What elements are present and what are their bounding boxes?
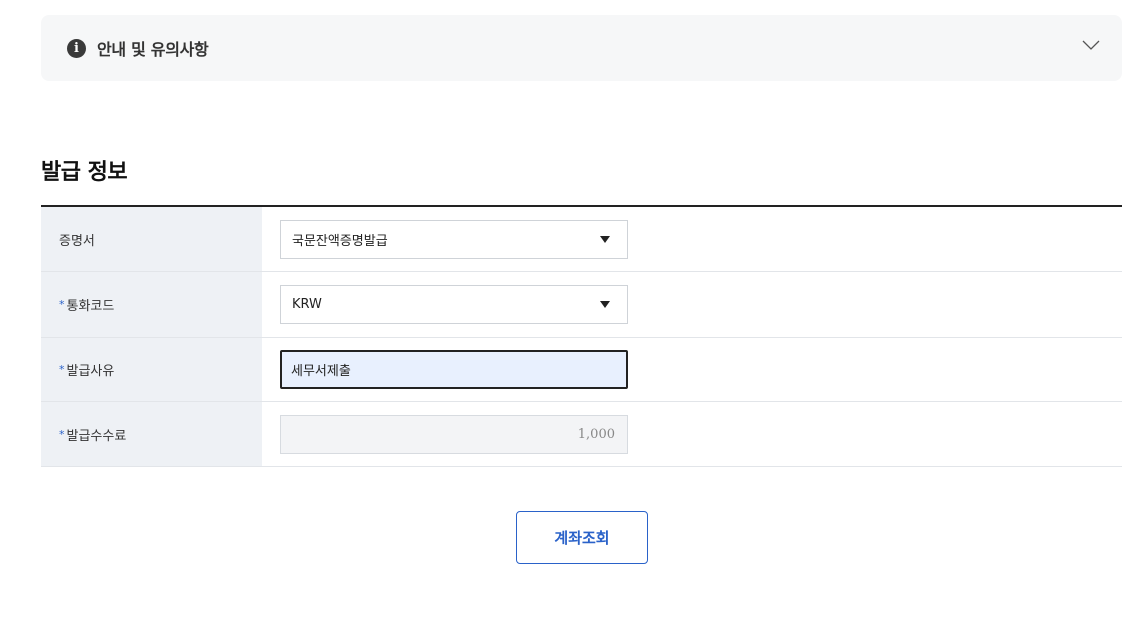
form-row-fee: * 발급수수료 1,000	[41, 402, 1122, 467]
section-title: 발급 정보	[41, 160, 128, 185]
dropdown-arrow-icon	[600, 301, 610, 308]
label-text: 증명서	[59, 233, 95, 249]
form-row-certificate: 증명서 국문잔액증명발급	[41, 207, 1122, 272]
certificate-select[interactable]: 국문잔액증명발급	[280, 219, 628, 259]
label-text: 발급수수료	[66, 428, 127, 444]
currency-select[interactable]: KRW	[280, 285, 628, 324]
info-icon: i	[67, 38, 86, 58]
chevron-down-icon[interactable]	[1082, 39, 1100, 51]
form-label-reason: * 발급사유	[41, 338, 262, 401]
form-row-reason: * 발급사유	[41, 338, 1122, 402]
notice-title: 안내 및 유의사항	[97, 40, 209, 59]
value-cell	[262, 338, 1122, 401]
certificate-select-value: 국문잔액증명발급	[292, 233, 388, 249]
reason-input[interactable]	[280, 350, 628, 389]
required-mark: *	[59, 363, 65, 376]
value-cell: KRW	[262, 272, 1122, 337]
form-label-fee: * 발급수수료	[41, 402, 262, 466]
value-cell: 1,000	[262, 402, 1122, 466]
fee-readonly-field: 1,000	[280, 414, 628, 454]
required-mark: *	[59, 427, 65, 441]
dropdown-arrow-icon	[600, 235, 610, 243]
issuance-form-table: 증명서 국문잔액증명발급 * 통화코드 KRW * 발급사유 세무서제출 * 발…	[41, 205, 1122, 467]
label-text: 통화코드	[66, 299, 115, 314]
form-label-currency: * 통화코드	[41, 272, 262, 337]
fee-value: 1,000	[577, 426, 615, 442]
notice-accordion[interactable]: i 안내 및 유의사항	[41, 15, 1122, 81]
label-text: 발급사유	[66, 364, 115, 379]
currency-select-value: KRW	[292, 297, 322, 312]
form-label-certificate: 증명서	[41, 207, 262, 271]
form-row-currency: * 통화코드 KRW	[41, 272, 1122, 338]
value-cell: 국문잔액증명발급	[262, 207, 1122, 271]
required-mark: *	[59, 298, 65, 311]
account-inquiry-button[interactable]: 계좌조회	[516, 511, 648, 564]
